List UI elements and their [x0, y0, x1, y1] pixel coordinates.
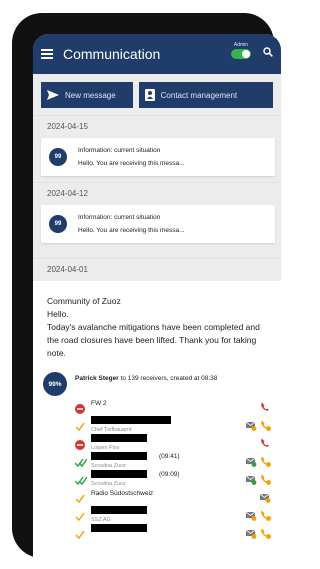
- read-time: (09:41): [159, 453, 180, 460]
- phone-frame: Communication Admin New message Contact …: [12, 13, 281, 569]
- message-date: 2024-04-01: [33, 258, 281, 281]
- message-date: 2024-04-15: [33, 115, 281, 138]
- receiver-role: SSZ AG: [91, 517, 111, 523]
- redacted-name: [91, 434, 147, 442]
- message-detail: Community of Zuoz Hello. Today's avalanc…: [33, 281, 281, 569]
- channel-icons: [245, 526, 271, 544]
- message-title: Information: current situation: [78, 147, 161, 154]
- sender-name: Community of Zuoz: [47, 296, 121, 306]
- message-greeting: Hello.: [47, 309, 69, 319]
- receiver-list: 99% Patrick Steger to 139 receivers, cre…: [43, 370, 277, 542]
- toggle-switch[interactable]: [231, 49, 251, 59]
- redacted-name: [91, 470, 147, 478]
- phone-icon: [260, 526, 271, 544]
- contact-management-button[interactable]: Contact management: [138, 82, 273, 108]
- menu-icon[interactable]: [41, 49, 53, 59]
- failed-icon: [75, 437, 85, 450]
- mail-icon: [245, 526, 257, 544]
- page-title: Communication: [63, 46, 161, 62]
- receiver-summary-text: to 139 receivers, created at 08:38: [118, 374, 218, 382]
- redacted-name: [91, 506, 147, 514]
- receiver-role: Scoulina Zuoz: [91, 463, 126, 469]
- receiver-rows: FW 2 Chef Tiefbauamt Loipen Pisv Scoulina Z…: [43, 398, 277, 542]
- message-card[interactable]: 99 Information: current situation Hello.…: [41, 205, 275, 243]
- message-group: 2024-04-15 99 Information: current situa…: [33, 115, 281, 176]
- receiver-row[interactable]: Loipen Pisv: [43, 434, 277, 452]
- receiver-name: FW 2: [91, 400, 107, 407]
- message-group: 2024-04-12 99 Information: current situa…: [33, 182, 281, 243]
- send-icon: [47, 90, 59, 100]
- read-double-check-icon: [74, 455, 88, 468]
- message-preview: Hello. You are receiving this messa...: [78, 227, 185, 234]
- search-icon[interactable]: [263, 47, 273, 57]
- receiver-row[interactable]: Scoulina Zuoz (09:09): [43, 470, 277, 488]
- message-card[interactable]: 99 Information: current situation Hello.…: [41, 138, 275, 176]
- receiver-name: Radio Südostschweiz: [91, 490, 154, 497]
- contact-card-icon: [144, 89, 155, 101]
- progress-badge: 99%: [43, 372, 67, 396]
- progress-badge: 99: [49, 148, 67, 166]
- redacted-name: [91, 416, 171, 424]
- new-message-button[interactable]: New message: [41, 82, 133, 108]
- contact-management-label: Contact management: [160, 90, 238, 100]
- sent-check-icon: [75, 527, 85, 540]
- failed-icon: [75, 401, 85, 414]
- new-message-label: New message: [65, 90, 116, 100]
- read-time: (09:09): [159, 471, 180, 478]
- progress-badge: 99: [49, 215, 67, 233]
- message-preview: Hello. You are receiving this messa...: [78, 160, 185, 167]
- sent-check-icon: [75, 491, 85, 504]
- sent-check-icon: [75, 419, 85, 432]
- receiver-summary: 99% Patrick Steger to 139 receivers, cre…: [43, 370, 277, 398]
- receiver-row[interactable]: Scoulina Zuoz (09:41): [43, 452, 277, 470]
- receiver-role: Loipen Pisv: [91, 445, 120, 451]
- message-title: Information: current situation: [78, 214, 161, 221]
- action-bar: New message Contact management: [33, 74, 281, 115]
- author-name: Patrick Steger: [75, 374, 119, 382]
- receiver-row[interactable]: Radio Südostschweiz: [43, 488, 277, 506]
- admin-toggle[interactable]: Admin: [231, 42, 251, 59]
- receiver-role: Scoulina Zuoz: [91, 481, 126, 487]
- receiver-role: Chef Tiefbauamt: [91, 427, 132, 433]
- receiver-row[interactable]: FW 2: [43, 398, 277, 416]
- redacted-name: [91, 452, 147, 460]
- receiver-row[interactable]: SSZ AG: [43, 506, 277, 524]
- message-date: 2024-04-12: [33, 182, 281, 205]
- toggle-label: Admin: [233, 42, 249, 48]
- message-body: Today's avalanche mitigations have been …: [47, 322, 260, 358]
- redacted-name: [91, 524, 147, 532]
- receiver-row[interactable]: Chef Tiefbauamt: [43, 416, 277, 434]
- receiver-row[interactable]: [43, 524, 277, 542]
- app-bar: Communication Admin: [33, 34, 281, 74]
- app-screen: Communication Admin New message Contact …: [33, 34, 281, 569]
- read-double-check-icon: [74, 473, 88, 486]
- sent-check-icon: [75, 509, 85, 522]
